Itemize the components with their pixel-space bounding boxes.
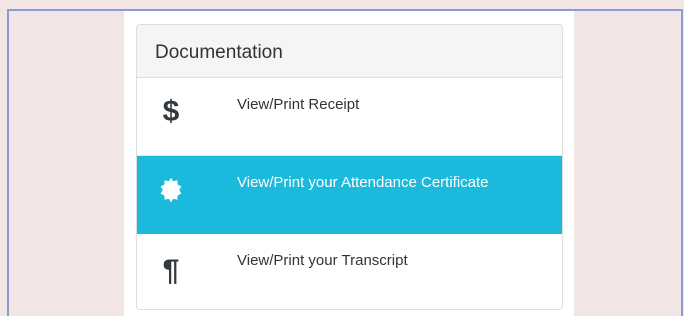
attendance-certificate-link-label: View/Print your Attendance Certificate bbox=[237, 174, 489, 191]
receipt-link-label: View/Print Receipt bbox=[237, 96, 360, 113]
dollar-icon: $ bbox=[162, 95, 180, 128]
transcript-link[interactable]: ¶ View/Print your Transcript bbox=[137, 234, 562, 309]
attendance-certificate-link[interactable]: View/Print your Attendance Certificate bbox=[137, 156, 562, 234]
panel-heading: Documentation bbox=[137, 25, 562, 78]
documentation-panel: Documentation $ View/Print Receipt View/… bbox=[136, 24, 563, 310]
certificate-badge-icon bbox=[159, 173, 183, 207]
pilcrow-icon: ¶ bbox=[162, 254, 180, 287]
receipt-link[interactable]: $ View/Print Receipt bbox=[137, 78, 562, 156]
transcript-link-label: View/Print your Transcript bbox=[237, 252, 408, 269]
